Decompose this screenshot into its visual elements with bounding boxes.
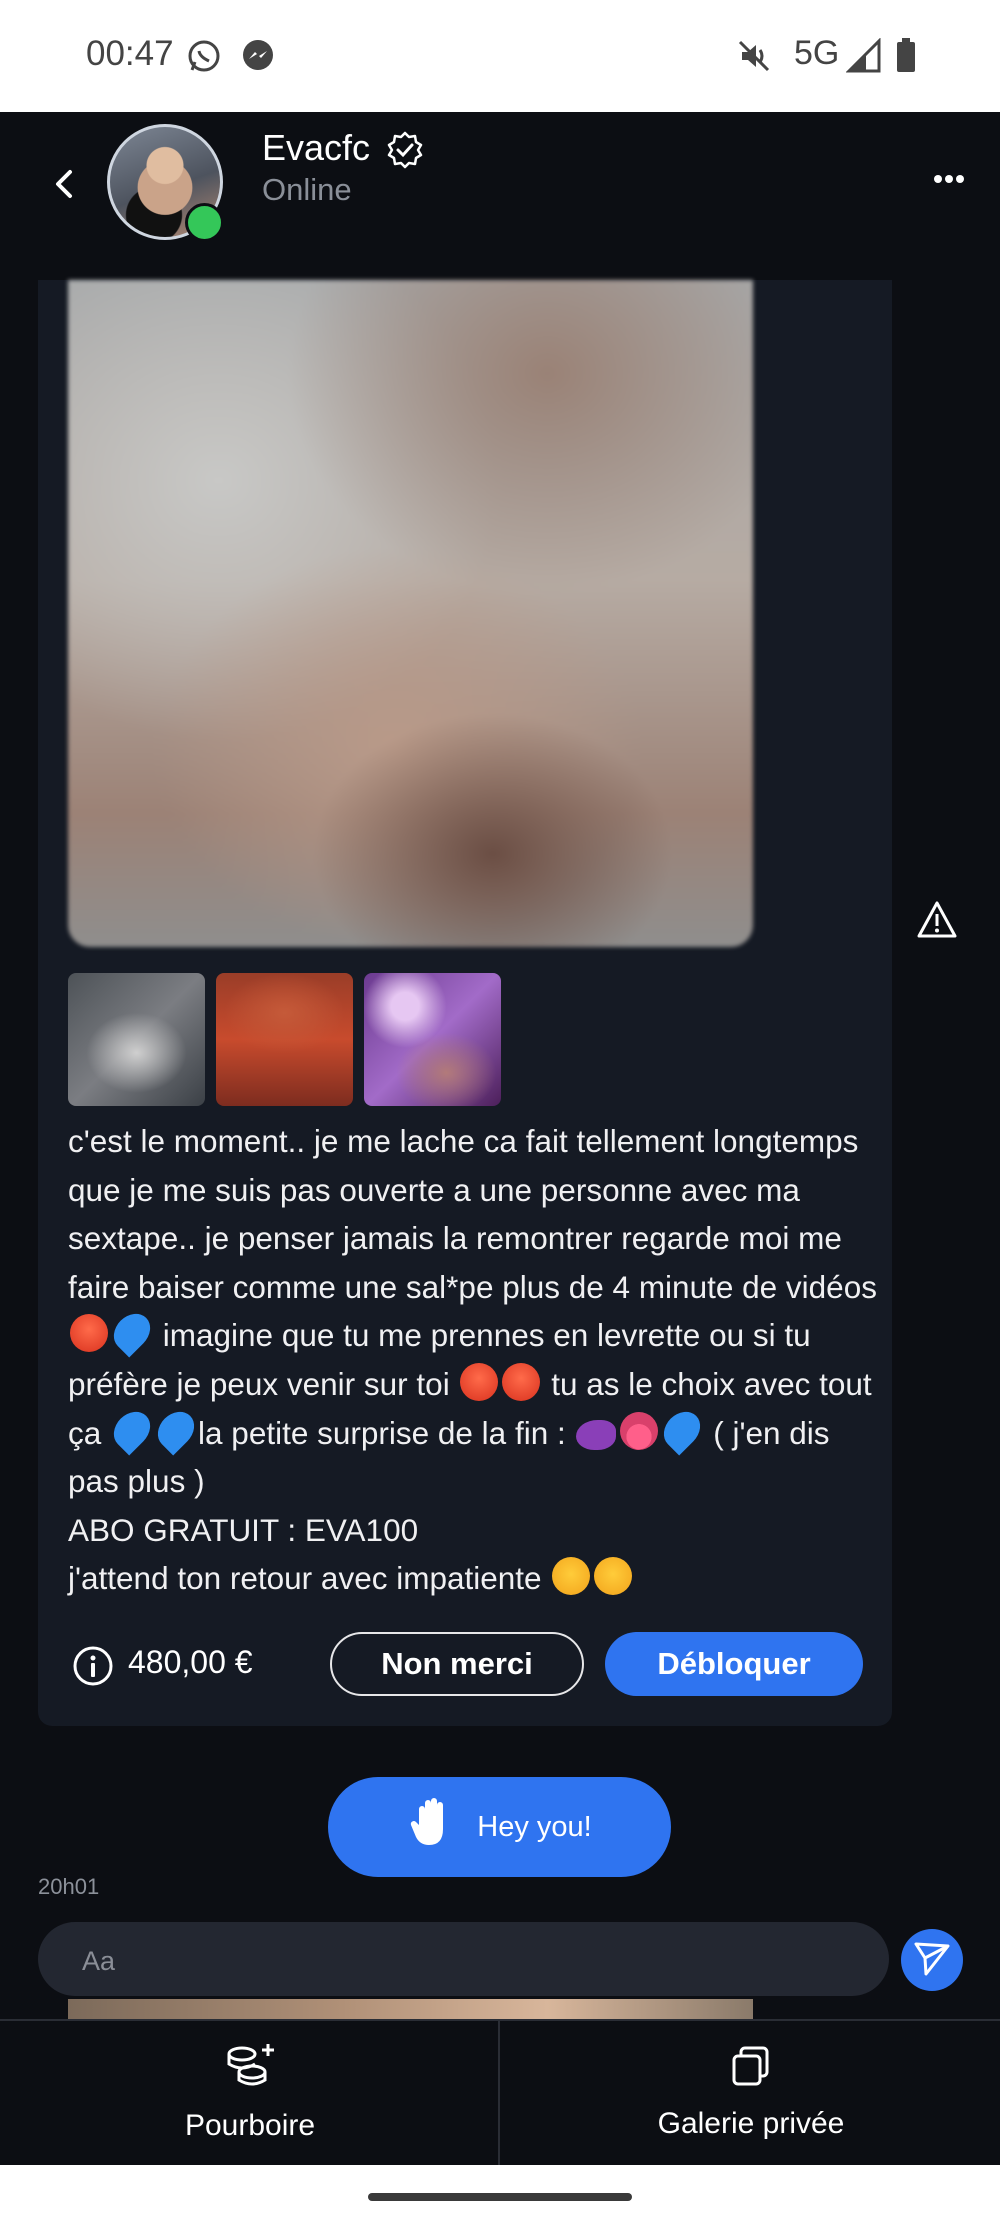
eggplant-emoji bbox=[576, 1419, 617, 1450]
message-text-run: c'est le moment.. je me lache ca fait te… bbox=[68, 1123, 877, 1305]
battery-icon bbox=[894, 38, 918, 79]
message-text-run: la petite surprise de la fin : bbox=[198, 1414, 575, 1451]
price-label: 480,00 € bbox=[128, 1644, 253, 1680]
hot-face-emoji bbox=[460, 1362, 499, 1401]
verified-badge-icon bbox=[386, 131, 424, 174]
smiling-hearts-emoji bbox=[594, 1557, 633, 1596]
contact-name[interactable]: Evacfc bbox=[262, 127, 370, 169]
network-type: 5G bbox=[794, 34, 840, 72]
status-bar: 00:47 5G bbox=[0, 0, 1000, 112]
coins-plus-icon bbox=[224, 2042, 276, 2095]
hey-you-label: Hey you! bbox=[477, 1810, 592, 1843]
tip-tab[interactable]: Pourboire bbox=[2, 2019, 500, 2165]
message-input[interactable] bbox=[80, 1940, 784, 1982]
message-text-run: ABO GRATUIT : EVA100 bbox=[68, 1511, 419, 1548]
gallery-label: Galerie privée bbox=[657, 2106, 845, 2140]
messenger-icon bbox=[240, 38, 276, 79]
mute-icon bbox=[736, 38, 772, 79]
hot-face-emoji bbox=[70, 1314, 108, 1353]
home-gesture-bar[interactable] bbox=[368, 2193, 632, 2201]
status-time: 00:47 bbox=[86, 34, 174, 73]
message-paragraph: j'attend ton retour avec impatiente bbox=[68, 1554, 878, 1603]
sweat-droplets-emoji bbox=[657, 1404, 708, 1456]
smiling-hearts-emoji bbox=[552, 1557, 591, 1596]
send-button[interactable] bbox=[901, 1929, 963, 1991]
media-thumbnail[interactable] bbox=[68, 973, 205, 1106]
media-thumbnail[interactable] bbox=[364, 973, 501, 1106]
sweat-droplets-emoji bbox=[106, 1306, 158, 1358]
info-icon[interactable] bbox=[72, 1645, 114, 1692]
send-icon bbox=[912, 1938, 952, 1983]
report-warning-icon[interactable] bbox=[916, 900, 958, 945]
message-paragraph: ABO GRATUIT : EVA100 bbox=[68, 1506, 878, 1555]
more-options-icon[interactable] bbox=[934, 171, 964, 189]
online-indicator bbox=[185, 203, 224, 242]
message-timestamp: 20h01 bbox=[38, 1874, 100, 1899]
blurred-media-preview[interactable] bbox=[68, 280, 753, 947]
next-message-media bbox=[68, 1999, 753, 2019]
waving-hand-icon bbox=[407, 1795, 457, 1859]
hey-you-button[interactable]: Hey you! bbox=[328, 1777, 671, 1877]
message-paragraph: c'est le moment.. je me lache ca fait te… bbox=[68, 1117, 878, 1506]
media-thumbnail[interactable] bbox=[216, 973, 353, 1106]
gallery-copy-icon bbox=[729, 2044, 773, 2093]
decline-button[interactable]: Non merci bbox=[330, 1632, 584, 1696]
back-arrow-icon[interactable] bbox=[52, 168, 78, 205]
private-gallery-tab[interactable]: Galerie privée bbox=[502, 2019, 1000, 2165]
tip-label: Pourboire bbox=[184, 2108, 316, 2142]
hot-face-emoji bbox=[502, 1362, 541, 1401]
message-text: c'est le moment.. je me lache ca fait te… bbox=[68, 1117, 878, 1603]
message-text-run: j'attend ton retour avec impatiente bbox=[68, 1560, 551, 1597]
whatsapp-icon bbox=[186, 38, 222, 79]
sweat-droplets-emoji bbox=[106, 1404, 158, 1456]
signal-icon bbox=[845, 37, 882, 79]
sweat-droplets-emoji bbox=[150, 1404, 202, 1456]
presence-status: Online bbox=[262, 172, 352, 207]
tongue-emoji bbox=[620, 1411, 659, 1450]
unlock-button[interactable]: Débloquer bbox=[605, 1632, 863, 1696]
